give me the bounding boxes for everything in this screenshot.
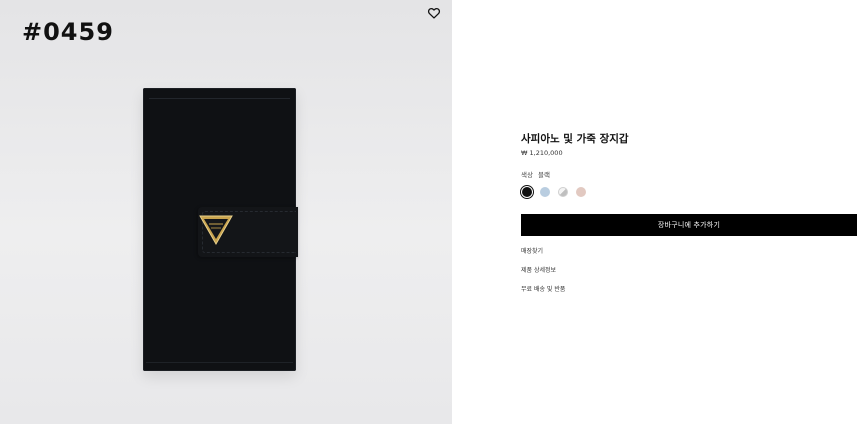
wallet-bottom-seam	[146, 362, 293, 363]
color-label-row: 색상 블랙	[521, 169, 550, 179]
product-image-panel: #0459	[0, 0, 452, 424]
product-price: ₩ 1,210,000	[521, 149, 563, 157]
color-value: 블랙	[537, 171, 550, 179]
store-finder-link[interactable]: 매장찾기	[521, 246, 543, 255]
wallet-top-edge	[149, 98, 290, 99]
color-label: 색상	[521, 171, 533, 179]
product-title: 사피아노 및 가죽 장지갑	[521, 133, 629, 145]
add-to-cart-button[interactable]: 장바구니에 추가하기	[521, 214, 857, 236]
swatch-light-blue[interactable]	[540, 187, 550, 197]
product-page: #0459 사피아노 및 가죽 장지갑 ₩ 1,210,000 색상 블랙 장바…	[0, 0, 860, 424]
image-id-label: #0459	[22, 18, 114, 46]
swatch-white-grey[interactable]	[558, 187, 568, 197]
shipping-returns-link[interactable]: 무료 배송 및 반품	[521, 284, 565, 293]
swatch-pink[interactable]	[576, 187, 586, 197]
heart-icon[interactable]	[427, 6, 441, 20]
product-details-link[interactable]: 제품 상세정보	[521, 265, 556, 274]
product-details-panel: 사피아노 및 가죽 장지갑 ₩ 1,210,000 색상 블랙 장바구니에 추가…	[452, 0, 860, 424]
swatch-black[interactable]	[519, 184, 535, 200]
color-swatches	[519, 184, 586, 200]
triangle-logo-plate	[199, 215, 233, 246]
